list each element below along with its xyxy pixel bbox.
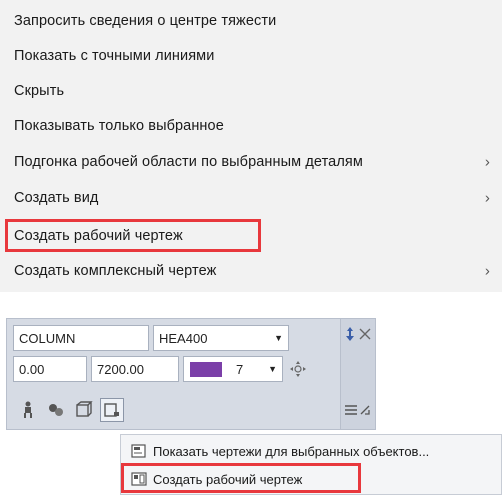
length-value: 7200.00 xyxy=(97,361,144,377)
contextual-toolbar: COLUMN HEA400 ▼ 0.00 7200.00 7 ▼ xyxy=(6,318,376,430)
menu-item-label: Показать с точными линиями xyxy=(14,48,215,64)
menu-item-label: Подгонка рабочей области по выбранным де… xyxy=(14,154,363,170)
color-swatch xyxy=(190,362,222,377)
profile-dropdown[interactable]: HEA400 ▼ xyxy=(153,325,289,351)
highlight-frame xyxy=(121,463,361,493)
menu-item-query-center-of-gravity[interactable]: Запросить сведения о центре тяжести xyxy=(0,4,502,38)
drawings-list-icon xyxy=(131,444,149,458)
menu-item-label: Создать вид xyxy=(14,190,99,206)
menu-item-create-view[interactable]: Создать вид › xyxy=(0,181,502,215)
toolbar-side-strip xyxy=(340,319,375,429)
resize-icon[interactable] xyxy=(357,399,373,421)
menu-item-show-exact-lines[interactable]: Показать с точными линиями xyxy=(0,39,502,73)
chevron-right-icon: › xyxy=(484,189,490,207)
pin-icon[interactable] xyxy=(343,323,357,345)
length-field[interactable]: 7200.00 xyxy=(91,356,179,382)
menu-item-label: Создать комплексный чертеж xyxy=(14,263,217,279)
close-icon[interactable] xyxy=(357,323,373,345)
color-value: 7 xyxy=(236,361,244,377)
chevron-right-icon: › xyxy=(484,153,490,171)
drawing-icon[interactable] xyxy=(100,398,124,422)
dropdown-arrow-icon: ▼ xyxy=(274,333,283,343)
menu-item-label: Показывать только выбранное xyxy=(14,118,224,134)
profile-value: HEA400 xyxy=(159,330,208,346)
name-value: COLUMN xyxy=(19,330,76,346)
menu-item-create-multi-drawing[interactable]: Создать комплексный чертеж › xyxy=(0,254,502,288)
dropdown-arrow-icon: ▼ xyxy=(268,364,277,374)
menu-item-fit-work-area[interactable]: Подгонка рабочей области по выбранным де… xyxy=(0,145,502,179)
chevron-right-icon: › xyxy=(484,262,490,280)
assembly-icon[interactable] xyxy=(73,399,95,421)
menu-item-show-only-selected[interactable]: Показывать только выбранное xyxy=(0,109,502,143)
menu-item-hide[interactable]: Скрыть xyxy=(0,74,502,108)
person-figure-icon[interactable] xyxy=(17,399,39,421)
color-dropdown[interactable]: 7 ▼ xyxy=(183,356,283,382)
menu-item-label: Запросить сведения о центре тяжести xyxy=(14,13,277,29)
popup-item-label: Показать чертежи для выбранных объектов.… xyxy=(153,443,430,459)
menu-item-label: Скрыть xyxy=(14,83,65,99)
name-field[interactable]: COLUMN xyxy=(13,325,149,351)
move-handle-icon[interactable] xyxy=(287,358,309,380)
popup-item-show-drawings[interactable]: Показать чертежи для выбранных объектов.… xyxy=(121,438,501,464)
parts-icon[interactable] xyxy=(45,399,67,421)
x-coordinate-field[interactable]: 0.00 xyxy=(13,356,87,382)
x-value: 0.00 xyxy=(19,361,45,377)
highlight-frame xyxy=(5,219,261,252)
